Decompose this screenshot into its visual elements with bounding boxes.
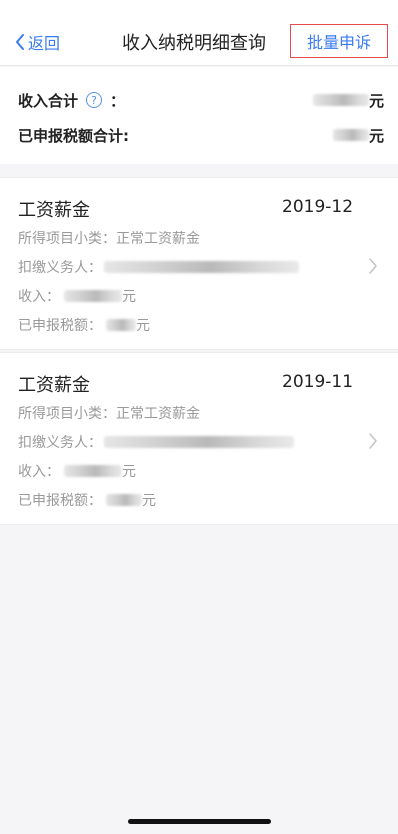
withholder-label: 扣缴义务人：	[18, 435, 102, 451]
home-indicator[interactable]	[128, 819, 271, 824]
redacted-amount	[332, 129, 369, 141]
subitem-value: 正常工资薪金	[116, 231, 200, 247]
income-total-colon: ：	[110, 91, 126, 110]
record-period: 2019-11	[282, 372, 354, 392]
record-withholder: 扣缴义务人：	[18, 432, 294, 452]
income-total-row: 收入合计 ? ： 元	[18, 89, 384, 111]
income-total-unit: 元	[368, 91, 384, 110]
record-subitem: 所得项目小类： 正常工资薪金	[18, 403, 200, 423]
income-unit: 元	[122, 464, 136, 480]
record-category: 工资薪金	[18, 200, 90, 221]
redacted-amount	[106, 319, 136, 331]
subitem-label: 所得项目小类：	[18, 406, 116, 422]
chevron-left-icon	[16, 34, 24, 50]
income-total-value: 元	[312, 90, 384, 111]
record-withholder: 扣缴义务人：	[18, 257, 299, 277]
batch-appeal-button[interactable]: 批量申诉	[290, 24, 388, 58]
summary-panel: 收入合计 ? ： 元 已申报税额合计: 元	[0, 67, 398, 164]
record-declared-tax: 已申报税额： 元	[18, 315, 150, 335]
declared-tax-label: 已申报税额：	[18, 318, 102, 334]
back-label: 返回	[28, 34, 61, 53]
chevron-right-icon	[369, 258, 377, 274]
income-label: 收入：	[18, 289, 60, 305]
subitem-value: 正常工资薪金	[116, 406, 200, 422]
question-circle-icon[interactable]: ?	[86, 92, 103, 108]
redacted-amount	[64, 290, 122, 302]
navigation-bar: 返回 收入纳税明细查询 批量申诉	[0, 0, 398, 66]
redacted-amount	[106, 494, 142, 506]
declared-tax-total-unit: 元	[368, 126, 384, 145]
redacted-withholder	[104, 261, 299, 273]
declared-tax-total-label: 已申报税额合计:	[18, 126, 129, 145]
record-income: 收入： 元	[18, 286, 136, 306]
record-subitem: 所得项目小类： 正常工资薪金	[18, 228, 200, 248]
income-label: 收入：	[18, 464, 60, 480]
declared-tax-total-row: 已申报税额合计: 元	[18, 124, 384, 146]
withholder-label: 扣缴义务人：	[18, 260, 102, 276]
record-income: 收入： 元	[18, 461, 136, 481]
declared-tax-unit: 元	[142, 493, 156, 509]
income-record-card[interactable]: 工资薪金 2019-11 所得项目小类： 正常工资薪金 扣缴义务人： 收入： 元…	[0, 352, 398, 525]
redacted-amount	[312, 94, 369, 106]
income-total-label: 收入合计	[18, 91, 79, 110]
record-declared-tax: 已申报税额： 元	[18, 490, 156, 510]
record-period: 2019-12	[282, 197, 354, 217]
back-button[interactable]: 返回	[14, 30, 60, 54]
chevron-right-icon	[369, 433, 377, 449]
income-unit: 元	[122, 289, 136, 305]
income-record-card[interactable]: 工资薪金 2019-12 所得项目小类： 正常工资薪金 扣缴义务人： 收入： 元…	[0, 177, 398, 350]
record-category: 工资薪金	[18, 375, 90, 396]
declared-tax-label: 已申报税额：	[18, 493, 102, 509]
page-title: 收入纳税明细查询	[122, 33, 266, 54]
redacted-amount	[64, 465, 122, 477]
redacted-withholder	[104, 436, 294, 448]
declared-tax-total-value: 元	[332, 125, 384, 146]
declared-tax-unit: 元	[136, 318, 150, 334]
subitem-label: 所得项目小类：	[18, 231, 116, 247]
